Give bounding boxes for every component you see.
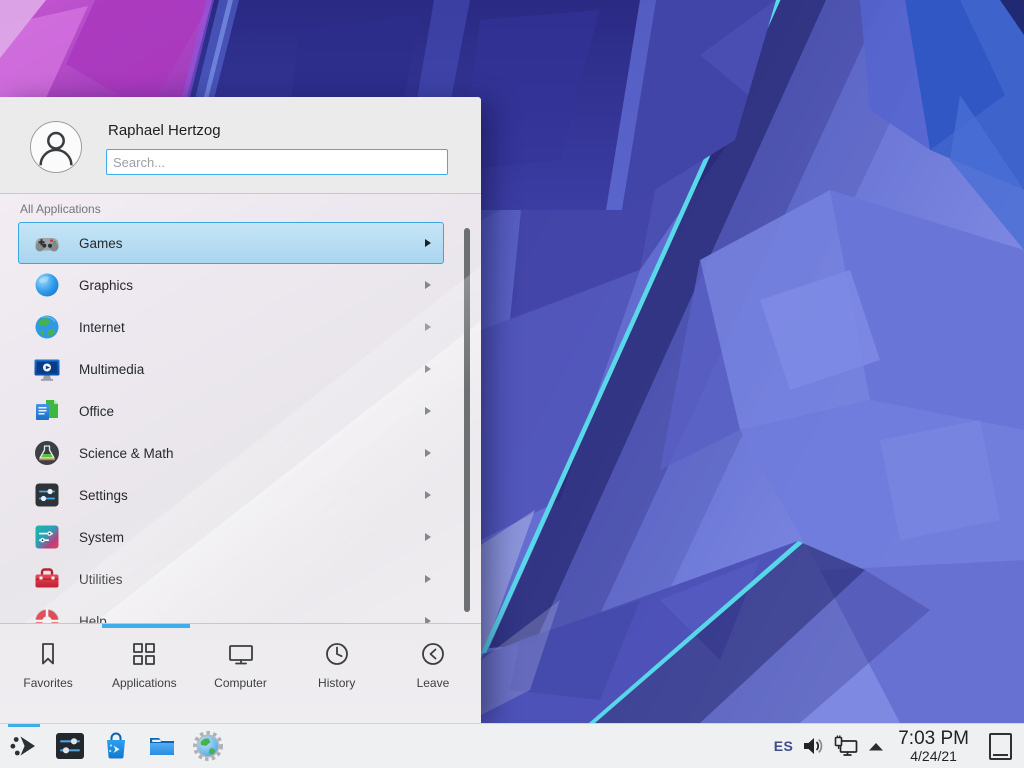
category-item-multimedia[interactable]: Multimedia [18,348,444,390]
system-settings-button[interactable] [54,730,86,762]
chevron-right-icon [425,449,431,457]
category-item-science-math[interactable]: Science & Math [18,432,444,474]
dolphin-folder-icon [146,730,178,762]
documents-icon [33,397,61,425]
category-label: System [79,530,425,545]
flask-icon [33,439,61,467]
leave-icon [418,639,448,669]
category-label: Science & Math [79,446,425,461]
chevron-right-icon [425,575,431,583]
system-settings-icon [54,730,86,762]
system-sliders-icon [33,523,61,551]
chevron-right-icon [425,491,431,499]
category-label: Help [79,614,425,624]
chevron-right-icon [425,239,431,247]
taskbar-panel: ES 7:03 PM 4/24/21 [0,723,1024,768]
kickoff-launcher-icon [8,730,40,762]
discover-icon [100,730,132,762]
gamepad-icon [33,229,61,257]
section-label: All Applications [20,202,101,216]
show-desktop-button[interactable] [989,733,1012,760]
chevron-right-icon [425,281,431,289]
category-item-internet[interactable]: Internet [18,306,444,348]
category-item-games[interactable]: Games [18,222,444,264]
launcher-tab-bar: Favorites Applications Computer [0,623,481,723]
category-item-graphics[interactable]: Graphics [18,264,444,306]
lifesaver-icon [33,607,61,623]
application-launcher-menu: Raphael Hertzog All Applications Games [0,97,481,723]
tab-label: Leave [417,676,450,690]
chevron-right-icon [425,365,431,373]
category-label: Office [79,404,425,419]
bookmark-icon [33,639,63,669]
grid-icon [129,639,159,669]
tab-favorites[interactable]: Favorites [0,624,96,723]
system-tray: ES 7:03 PM 4/24/21 [774,729,1012,764]
monitor-play-icon [33,355,61,383]
category-item-office[interactable]: Office [18,390,444,432]
computer-icon [226,639,256,669]
desktop: Raphael Hertzog All Applications Games [0,0,1024,768]
launcher-header: Raphael Hertzog [0,97,481,194]
tab-applications[interactable]: Applications [96,624,192,723]
user-name: Raphael Hertzog [108,122,448,139]
category-label: Utilities [79,572,425,587]
globe-icon [33,313,61,341]
sliders-icon [33,481,61,509]
tab-label: Applications [112,676,177,690]
active-tab-indicator [102,624,190,628]
category-item-utilities[interactable]: Utilities [18,558,444,600]
digital-clock[interactable]: 7:03 PM 4/24/21 [898,729,969,764]
tab-label: Favorites [23,676,72,690]
kickoff-launcher-button[interactable] [8,730,40,762]
discover-button[interactable] [100,730,132,762]
category-list: All Applications Games [0,194,481,623]
category-label: Settings [79,488,425,503]
category-label: Multimedia [79,362,425,377]
toolbox-icon [33,565,61,593]
category-label: Internet [79,320,425,335]
network-icon[interactable] [833,734,859,758]
web-browser-button[interactable] [192,730,224,762]
clock-time: 7:03 PM [898,729,969,749]
expand-arrow-icon[interactable] [868,740,884,752]
category-label: Graphics [79,278,425,293]
clock-icon [322,639,352,669]
chevron-right-icon [425,407,431,415]
file-manager-button[interactable] [146,730,178,762]
user-avatar-icon [30,121,82,173]
chevron-right-icon [425,323,431,331]
category-item-settings[interactable]: Settings [18,474,444,516]
volume-icon[interactable] [802,735,824,757]
search-input[interactable] [106,149,448,175]
tab-label: History [318,676,355,690]
category-label: Games [79,236,425,251]
chevron-right-icon [425,533,431,541]
tab-history[interactable]: History [289,624,385,723]
tab-leave[interactable]: Leave [385,624,481,723]
sphere-icon [33,271,61,299]
tab-label: Computer [214,676,267,690]
category-item-help[interactable]: Help [18,600,444,623]
category-item-system[interactable]: System [18,516,444,558]
list-scrollbar[interactable] [464,228,470,612]
keyboard-layout-indicator[interactable]: ES [774,738,793,754]
tab-computer[interactable]: Computer [192,624,288,723]
clock-date: 4/24/21 [898,749,969,764]
konqueror-globe-gear-icon [192,730,224,762]
